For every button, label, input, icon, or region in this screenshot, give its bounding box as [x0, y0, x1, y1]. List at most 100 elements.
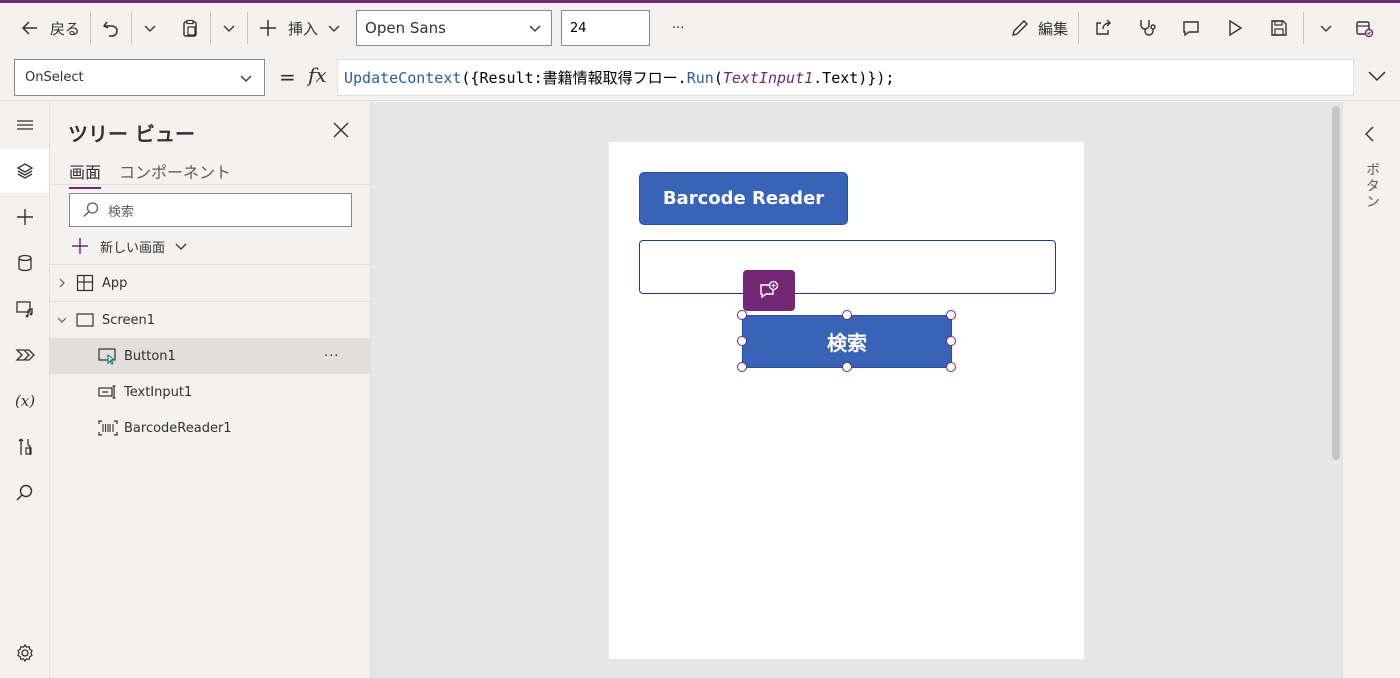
more-options-button[interactable]: ···: [324, 349, 339, 364]
resize-handle[interactable]: [737, 310, 747, 320]
toolbar-separator: [1078, 12, 1079, 44]
share-icon: [1093, 18, 1113, 38]
toolbar-separator: [131, 12, 133, 44]
canvas-scrollbar[interactable]: [1332, 106, 1340, 460]
resize-handle[interactable]: [946, 362, 956, 372]
text-input-icon: [98, 383, 118, 401]
plus-icon: [70, 236, 90, 256]
formula-token: ({Result:書籍情報取得フロー.: [461, 69, 687, 87]
app-icon: [76, 274, 94, 292]
hamburger-icon: [15, 115, 35, 135]
database-icon: [15, 253, 35, 273]
app-checker-button[interactable]: [1125, 10, 1169, 46]
power-automate-icon: [14, 345, 35, 365]
formula-token: Run: [686, 68, 714, 87]
chevron-down-icon: [326, 20, 342, 36]
paste-dropdown-button[interactable]: [213, 10, 245, 46]
toolbar-right-group: 編集: [1002, 3, 1382, 53]
button-control-icon: [98, 347, 118, 365]
rail-advanced-tools-button[interactable]: [0, 425, 49, 469]
tree-view-title: ツリー ビュー: [68, 122, 195, 146]
formula-bar: OnSelect = fx UpdateContext ({Result:書籍情報…: [0, 53, 1400, 101]
formula-token: TextInput1: [722, 68, 814, 87]
chevron-down-icon: [1366, 65, 1388, 87]
rail-power-automate-button[interactable]: [0, 333, 49, 377]
resize-handle[interactable]: [737, 362, 747, 372]
rail-menu-button[interactable]: [0, 103, 49, 147]
tab-divider: [50, 184, 371, 185]
tree-search-input[interactable]: 検索: [69, 193, 352, 227]
tab-components[interactable]: コンポーネント: [119, 159, 231, 187]
save-dropdown-button[interactable]: [1306, 10, 1346, 46]
text-input-control[interactable]: [639, 240, 1056, 294]
share-button[interactable]: [1081, 10, 1125, 46]
tree-item-label: Screen1: [102, 312, 155, 328]
expand-formula-button[interactable]: [1366, 65, 1388, 87]
resize-handle[interactable]: [946, 336, 956, 346]
tree-item-textinput1[interactable]: TextInput1: [50, 374, 371, 410]
properties-rail: ボタン: [1342, 102, 1400, 678]
undo-dropdown-button[interactable]: [134, 10, 166, 46]
tree-item-label: Button1: [124, 348, 176, 364]
tree-item-button1[interactable]: Button1 ···: [50, 338, 371, 374]
resize-handle[interactable]: [842, 310, 852, 320]
rail-media-button[interactable]: [0, 287, 49, 331]
font-size-input[interactable]: [561, 10, 651, 46]
formula-token: .Text)});: [813, 68, 895, 87]
plus-icon: [15, 207, 35, 227]
layers-icon: [15, 161, 35, 181]
tree-item-label: TextInput1: [124, 384, 193, 400]
insert-button[interactable]: 挿入: [250, 10, 350, 46]
tree-item-screen1[interactable]: Screen1: [50, 302, 371, 338]
formula-input[interactable]: UpdateContext ({Result:書籍情報取得フロー. Run(Text…: [337, 59, 1354, 96]
resize-handle[interactable]: [737, 336, 747, 346]
property-select[interactable]: OnSelect: [14, 59, 265, 96]
publish-button[interactable]: [1346, 10, 1382, 46]
tree-item-barcodereader1[interactable]: BarcodeReader1: [50, 410, 371, 446]
gear-icon: [15, 643, 35, 663]
rail-insert-button[interactable]: [0, 195, 49, 239]
preview-button[interactable]: [1213, 10, 1257, 46]
stethoscope-icon: [1137, 18, 1157, 38]
arrow-left-icon: [20, 18, 40, 38]
clipboard-icon: [180, 18, 200, 38]
save-icon: [1269, 18, 1289, 38]
paste-button[interactable]: [172, 10, 208, 46]
tree-item-app[interactable]: App: [50, 265, 371, 301]
expand-properties-button[interactable]: [1362, 124, 1378, 144]
chevron-down-icon: [221, 20, 237, 36]
undo-icon: [101, 18, 121, 38]
save-button[interactable]: [1257, 10, 1301, 46]
formula-token: UpdateContext: [344, 68, 462, 87]
rail-search-button[interactable]: [0, 471, 49, 515]
tree-item-label: BarcodeReader1: [124, 420, 232, 436]
search-button[interactable]: 検索: [742, 315, 952, 368]
barcode-reader-button[interactable]: Barcode Reader: [639, 172, 848, 225]
publish-icon: [1354, 18, 1374, 38]
font-family-value: Open Sans: [365, 19, 446, 37]
rail-variables-button[interactable]: (x): [0, 379, 49, 423]
new-screen-button[interactable]: 新しい画面: [70, 236, 189, 256]
command-toolbar: 戻る 挿入 Open Sans 24 ··· 編集: [0, 3, 1400, 53]
rail-data-button[interactable]: [0, 241, 49, 285]
media-icon: [15, 299, 35, 319]
left-rail: (x): [0, 102, 50, 678]
back-button[interactable]: 戻る: [12, 10, 88, 46]
font-family-select[interactable]: Open Sans: [356, 10, 553, 46]
rail-settings-button[interactable]: [0, 631, 49, 675]
toolbar-separator: [210, 12, 212, 44]
edit-label: 編集: [1037, 19, 1068, 38]
undo-button[interactable]: [93, 10, 129, 46]
close-tree-button[interactable]: [332, 121, 350, 139]
search-placeholder: 検索: [108, 204, 135, 220]
comments-button[interactable]: [1169, 10, 1213, 46]
resize-handle[interactable]: [946, 310, 956, 320]
screen-icon: [76, 311, 94, 329]
add-comment-button[interactable]: [743, 270, 795, 311]
edit-button[interactable]: 編集: [1002, 10, 1076, 46]
resize-handle[interactable]: [842, 362, 852, 372]
rail-tree-view-button[interactable]: [0, 149, 49, 193]
search-button-label: 検索: [827, 331, 867, 355]
more-commands-button[interactable]: ···: [664, 10, 692, 46]
search-icon: [82, 201, 100, 219]
